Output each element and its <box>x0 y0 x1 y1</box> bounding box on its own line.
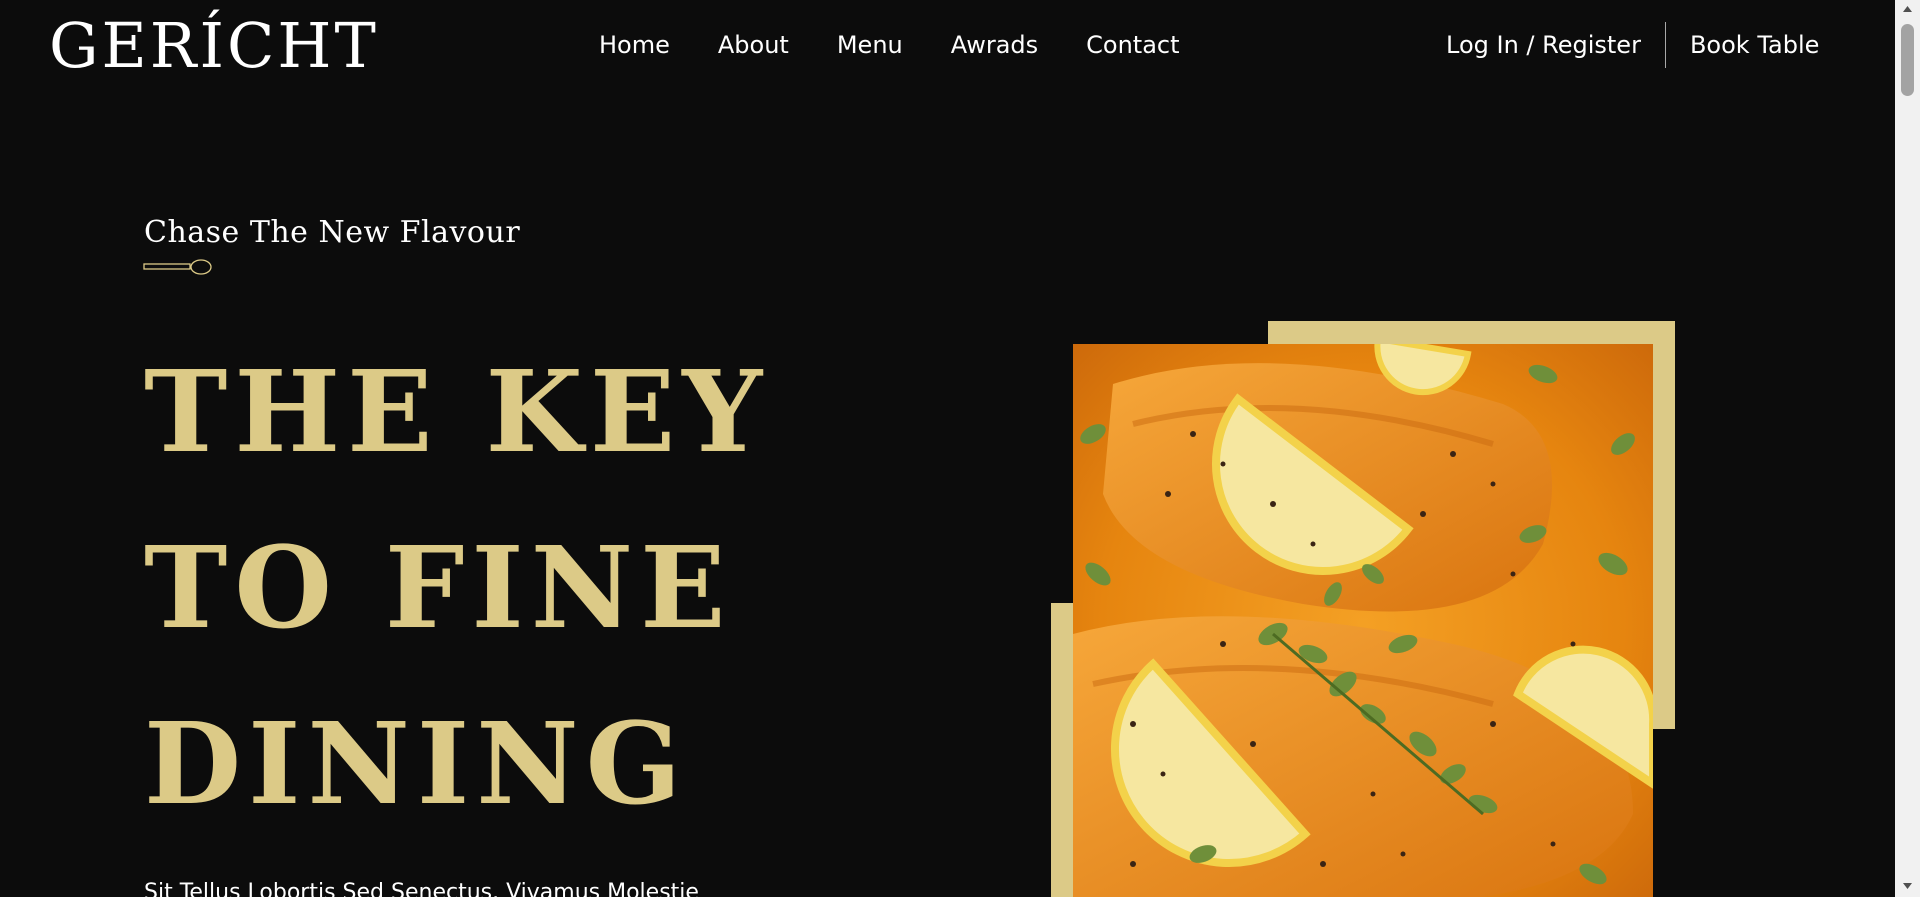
scroll-thumb[interactable] <box>1901 24 1914 96</box>
headline-line-2: TO FINE <box>144 523 733 654</box>
page-scrollbar[interactable] <box>1895 0 1920 897</box>
book-table-link[interactable]: Book Table <box>1690 28 1819 62</box>
spoon-icon <box>143 259 212 275</box>
nav-link-about[interactable]: About <box>718 28 789 62</box>
nav-link-contact[interactable]: Contact <box>1086 28 1179 62</box>
nav-link-home[interactable]: Home <box>599 28 670 62</box>
nav-divider <box>1664 22 1666 68</box>
hero-description: Sit Tellus Lobortis Sed Senectus. Vivamu… <box>144 880 699 897</box>
nav-link-menu[interactable]: Menu <box>837 28 903 62</box>
scroll-up-icon[interactable] <box>1895 0 1920 18</box>
navbar: GERÍCHT Home About Menu Awrads Contact L… <box>0 0 1895 90</box>
site-logo[interactable]: GERÍCHT <box>49 8 379 84</box>
nav-links: Home About Menu Awrads Contact <box>599 28 1228 62</box>
headline-line-1: THE KEY <box>144 347 770 478</box>
nav-actions: Log In / Register Book Table <box>1446 22 1819 68</box>
nav-link-awards[interactable]: Awrads <box>951 28 1038 62</box>
hero-subtitle: Chase The New Flavour <box>144 215 521 250</box>
headline-line-3: DINING <box>144 699 689 830</box>
scroll-down-icon[interactable] <box>1895 877 1920 895</box>
salmon-dish-illustration <box>1073 344 1653 897</box>
hero-dish-image <box>1073 344 1653 897</box>
hero-headline: THE KEY TO FINE DINING <box>144 325 769 853</box>
login-register-link[interactable]: Log In / Register <box>1446 28 1641 62</box>
